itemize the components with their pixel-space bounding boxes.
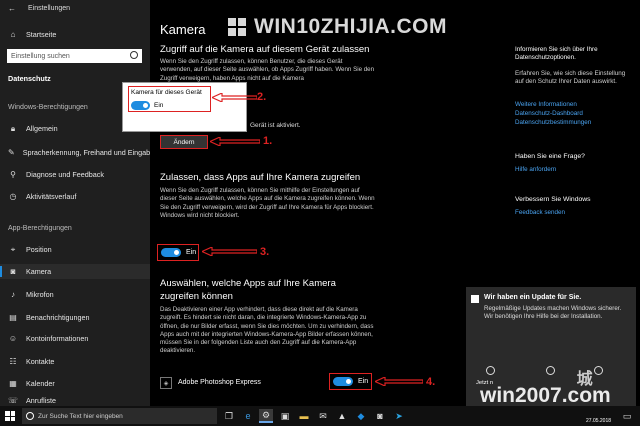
file-explorer-icon[interactable]: ▬	[297, 409, 311, 423]
history-icon: ◷	[9, 192, 17, 201]
restart-icon	[486, 366, 495, 375]
settings-icon[interactable]: ⚙	[259, 409, 273, 423]
section3-heading-line2: zugreifen können	[160, 291, 233, 302]
section1-status: Gerät ist aktiviert.	[250, 122, 301, 129]
annotation-arrow-1	[210, 137, 260, 146]
camera-device-flyout: Kamera für dieses Gerät Ein	[122, 82, 247, 132]
calendar-icon: ▦	[9, 379, 17, 388]
app-name: Adobe Photoshop Express	[178, 379, 261, 386]
sidebar-item-kontakte[interactable]: ☷ Kontakte	[0, 354, 150, 369]
change-button[interactable]: Ändern	[160, 135, 208, 149]
windows-logo-icon	[228, 18, 246, 36]
app-permissions-header: App-Berechtigungen	[8, 225, 72, 232]
windows-update-icon	[471, 295, 479, 303]
camera-app-icon[interactable]: ◙	[373, 409, 387, 423]
back-arrow-icon[interactable]: ←	[8, 4, 16, 13]
sidebar-item-kalender[interactable]: ▦ Kalender	[0, 376, 150, 391]
sidebar-item-kontoinformationen[interactable]: ☺ Kontoinformationen	[0, 331, 150, 346]
sidebar-search-input[interactable]: Einstellung suchen	[7, 49, 142, 63]
settings-sidebar: ← Einstellungen ⌂ Startseite Einstellung…	[0, 0, 150, 406]
annotation-arrow-2	[212, 93, 257, 102]
link-more-info[interactable]: Weitere Informationen	[515, 101, 577, 109]
photoshop-express-icon: ◈	[160, 377, 172, 389]
start-button[interactable]	[5, 411, 15, 421]
sidebar-item-diagnose[interactable]: ⚲ Diagnose und Feedback	[0, 167, 150, 182]
camera-device-toggle[interactable]	[131, 101, 150, 110]
mail-icon[interactable]: ✉	[316, 409, 330, 423]
sidebar-item-benachrichtigungen[interactable]: ▤ Benachrichtigungen	[0, 310, 150, 325]
link-privacy-statement[interactable]: Datenschutzbestimmungen	[515, 119, 591, 127]
photoshop-icon[interactable]: ◆	[354, 409, 368, 423]
home-icon: ⌂	[10, 30, 16, 39]
notification-title: Wir haben ein Update für Sie.	[484, 294, 582, 301]
account-icon: ☺	[8, 334, 18, 343]
watermark-glyph: 城	[576, 371, 593, 388]
section2-heading: Zulassen, dass Apps auf Ihre Kamera zugr…	[160, 172, 361, 183]
action-center-icon[interactable]: ▭	[620, 409, 634, 423]
annotation-arrow-3	[202, 247, 257, 256]
sidebar-item-kamera[interactable]: ◙ Kamera	[0, 264, 150, 279]
camera-icon: ◙	[10, 267, 16, 276]
diagnostics-icon: ⚲	[10, 170, 16, 179]
section1-heading: Zugriff auf die Kamera auf diesem Gerät …	[160, 44, 370, 55]
section-title: Datenschutz	[8, 74, 51, 83]
store-icon[interactable]: ▣	[278, 409, 292, 423]
pen-icon: ✎	[8, 148, 15, 157]
annotation-label-1: 1.	[263, 135, 273, 147]
section3-text: Das Deaktivieren einer App verhindert, d…	[160, 306, 374, 355]
sidebar-item-spracherkennung[interactable]: ✎ Spracherkennung, Freihand und Eingabe	[0, 145, 150, 160]
lock-icon: 🔒︎	[10, 123, 16, 133]
search-icon	[130, 51, 138, 59]
watermark-bottom: win2007.com 城	[480, 371, 611, 407]
section2-text: Wenn Sie den Zugriff zulassen, können Si…	[160, 187, 375, 219]
annotation-label-3: 3.	[260, 246, 270, 258]
link-send-feedback[interactable]: Feedback senden	[515, 209, 565, 217]
info-text: Erfahren Sie, wie sich diese Einstellung…	[515, 70, 626, 85]
page-title: Kamera	[160, 22, 206, 37]
window-title: Einstellungen	[28, 5, 71, 12]
sidebar-item-anrufliste[interactable]: ☏ Anrufliste	[0, 395, 150, 406]
watermark-top: WIN10ZHIJIA.COM	[228, 12, 478, 42]
telegram-icon[interactable]: ➤	[392, 409, 406, 423]
section3-heading-line1: Auswählen, welche Apps auf Ihre Kamera	[160, 278, 336, 289]
taskbar-search-box[interactable]: Zur Suche Text hier eingeben	[22, 408, 217, 424]
improve-heading: Verbessern Sie Windows	[515, 196, 591, 203]
notification-text: Regelmäßige Updates machen Windows siche…	[484, 305, 622, 320]
task-view-icon[interactable]: ❐	[222, 409, 236, 423]
taskbar: Zur Suche Text hier eingeben ❐ e ⚙ ▣ ▬ ✉…	[0, 406, 640, 426]
link-privacy-dashboard[interactable]: Datenschutz-Dashboard	[515, 110, 583, 118]
alarm-icon	[594, 366, 603, 375]
sidebar-item-position[interactable]: ⌖ Position	[0, 242, 150, 257]
annotation-arrow-4	[375, 377, 423, 386]
flyout-title: Kamera für dieses Gerät	[131, 89, 202, 96]
sidebar-item-mikrofon[interactable]: ♪ Mikrofon	[0, 287, 150, 302]
main-content: Kamera Zugriff auf die Kamera auf diesem…	[150, 0, 490, 406]
annotation-label-4: 4.	[426, 376, 436, 388]
link-get-help[interactable]: Hilfe anfordern	[515, 166, 556, 174]
info-heading: Informieren Sie sich über Ihre Datenschu…	[515, 46, 598, 61]
taskbar-date: 27.05.2018	[586, 418, 612, 424]
edge-icon[interactable]: e	[241, 409, 255, 423]
microphone-icon: ♪	[11, 290, 15, 299]
cortana-icon	[26, 412, 34, 420]
annotation-label-2: 2.	[257, 91, 267, 103]
photoshop-express-toggle[interactable]	[333, 377, 353, 386]
windows-permissions-header: Windows-Berechtigungen	[8, 104, 88, 111]
camera-device-toggle-label: Ein	[154, 102, 164, 109]
question-heading: Haben Sie eine Frage?	[515, 153, 585, 160]
notification-icon: ▤	[9, 313, 17, 322]
contacts-icon: ☷	[9, 357, 17, 366]
sidebar-item-home[interactable]: ⌂ Startseite	[0, 27, 150, 42]
clock-icon	[546, 366, 555, 375]
call-history-icon: ☏	[8, 396, 19, 405]
apps-camera-toggle[interactable]	[161, 248, 181, 257]
photoshop-express-toggle-label: Ein	[358, 378, 369, 385]
apps-camera-toggle-label: Ein	[186, 249, 197, 256]
location-icon: ⌖	[10, 244, 16, 254]
photos-icon[interactable]: ▲	[335, 409, 349, 423]
sidebar-item-aktivitaetsverlauf[interactable]: ◷ Aktivitätsverlauf	[0, 189, 150, 204]
